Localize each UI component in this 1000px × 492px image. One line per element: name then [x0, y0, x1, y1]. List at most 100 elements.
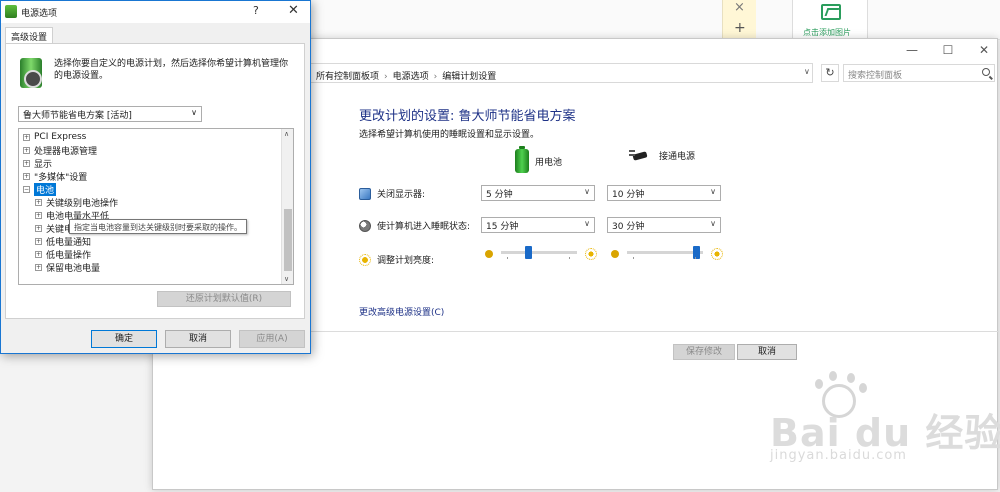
dialog-title: 电源选项 [21, 9, 58, 19]
settings-tree[interactable]: + PCI Express + 处理器电源管理 + 显示 + "多媒体"设置 − 电池 +… [18, 128, 294, 285]
brightness-high-icon [711, 248, 723, 260]
power-options-dialog: 电源选项 ? ✕ 高级设置 选择你要自定义的电源计划，然后选择你希望计算机管理你… [0, 0, 311, 354]
tree-item-critical-action[interactable]: + 关键级别电池操作 [35, 196, 118, 209]
page-subtitle: 选择希望计算机使用的睡眠设置和显示设置。 [359, 130, 540, 140]
window-controls: — ☐ ✕ [905, 43, 991, 57]
slider-track [501, 251, 577, 254]
brightness-battery-slider[interactable] [501, 246, 581, 260]
slider-tick [695, 257, 696, 259]
maximize-icon[interactable]: ☐ [941, 43, 955, 57]
expand-icon[interactable]: + [23, 159, 30, 167]
slider-tick [569, 257, 570, 259]
breadcrumb-power-options[interactable]: 电源选项 [393, 72, 429, 82]
tree-item-battery[interactable]: − 电池 [23, 182, 57, 196]
tree-label: 低电量通知 [46, 237, 92, 248]
tree-scrollbar[interactable]: ∧ ∨ [281, 129, 293, 284]
dialog-cancel-button[interactable]: 取消 [165, 330, 231, 348]
sleep-plugged-select[interactable]: 30 分钟 ∨ [607, 217, 721, 233]
advanced-settings-link[interactable]: 更改高级电源设置(C) [359, 305, 444, 318]
chevron-down-icon: ∨ [584, 219, 590, 228]
sleep-battery-select[interactable]: 15 分钟 ∨ [481, 217, 595, 233]
brightness-high-icon [585, 248, 597, 260]
tree-item-display[interactable]: + 显示 [23, 157, 52, 170]
add-image-label: 点击添加图片 [803, 28, 851, 37]
plugged-column-label: 接通电源 [659, 152, 696, 162]
sleep-label: 使计算机进入睡眠状态: [377, 222, 471, 232]
cancel-button[interactable]: 取消 [737, 344, 797, 360]
sleep-battery-value: 15 分钟 [486, 222, 519, 232]
power-options-icon [5, 5, 17, 18]
slider-tick [633, 257, 634, 259]
display-label: 关闭显示器: [377, 190, 426, 200]
display-plugged-select[interactable]: 10 分钟 ∨ [607, 185, 721, 201]
expand-icon[interactable]: + [35, 237, 42, 245]
apply-button[interactable]: 应用(A) [239, 330, 305, 348]
breadcrumb: 所有控制面板项 › 电源选项 › 编辑计划设置 [316, 69, 496, 82]
help-icon[interactable]: ? [253, 4, 259, 17]
tree-item-low-notify[interactable]: + 低电量通知 [35, 235, 92, 248]
scroll-up-icon[interactable]: ∧ [284, 130, 289, 138]
page-title: 更改计划的设置: 鲁大师节能省电方案 [359, 109, 576, 124]
slider-thumb[interactable] [525, 246, 532, 259]
ok-button[interactable]: 确定 [91, 330, 157, 348]
expand-icon[interactable]: + [23, 172, 30, 180]
image-icon [821, 4, 841, 20]
battery-plan-icon [20, 58, 42, 88]
expand-icon[interactable]: + [35, 211, 42, 219]
slider-track [627, 251, 703, 254]
close-icon[interactable]: ✕ [288, 3, 299, 18]
breadcrumb-edit-plan[interactable]: 编辑计划设置 [442, 72, 496, 82]
tree-label: 电池 [34, 182, 57, 196]
scrollbar-thumb[interactable] [284, 209, 292, 271]
add-image-card[interactable]: 点击添加图片 [792, 0, 868, 40]
brightness-label: 调整计划亮度: [377, 256, 435, 266]
minimize-icon[interactable]: — [905, 43, 919, 57]
tree-item-pci[interactable]: + PCI Express [23, 131, 86, 143]
collapse-icon[interactable]: − [23, 185, 30, 193]
power-plug-icon [629, 149, 653, 162]
tree-label: 保留电池电量 [46, 263, 101, 274]
display-battery-value: 5 分钟 [486, 190, 513, 200]
tree-item-multimedia[interactable]: + "多媒体"设置 [23, 170, 87, 183]
close-icon[interactable]: ✕ [977, 43, 991, 57]
breadcrumb-separator-icon: › [384, 72, 388, 82]
brightness-low-icon [485, 250, 493, 258]
tree-label: 低电量操作 [46, 250, 92, 261]
background-close-icon[interactable]: × [734, 0, 745, 15]
tree-item-critical-level[interactable]: + 关键电 [35, 222, 73, 235]
expand-icon[interactable]: + [35, 263, 42, 271]
expand-icon[interactable]: + [35, 224, 42, 232]
refresh-icon[interactable]: ↻ [821, 64, 839, 82]
search-placeholder: 搜索控制面板 [848, 71, 903, 81]
brightness-row: 调整计划亮度: [359, 253, 434, 266]
sleep-plugged-value: 30 分钟 [612, 222, 645, 232]
display-battery-select[interactable]: 5 分钟 ∨ [481, 185, 595, 201]
restore-defaults-button[interactable]: 还原计划默认值(R) [157, 291, 291, 307]
plan-select[interactable]: 鲁大师节能省电方案 [活动] ∨ [18, 106, 202, 122]
search-icon[interactable] [982, 68, 990, 76]
tab-advanced-settings[interactable]: 高级设置 [5, 27, 54, 44]
breadcrumb-all-items[interactable]: 所有控制面板项 [316, 72, 379, 82]
expand-icon[interactable]: + [35, 250, 42, 258]
brightness-low-icon [611, 250, 619, 258]
sleep-row: 使计算机进入睡眠状态: [359, 219, 470, 232]
expand-icon[interactable]: + [35, 198, 42, 206]
breadcrumb-separator-icon: › [433, 72, 438, 82]
tree-item-reserve[interactable]: + 保留电池电量 [35, 261, 101, 274]
search-input[interactable]: 搜索控制面板 [843, 64, 995, 82]
chevron-down-icon: ∨ [584, 187, 590, 196]
save-button[interactable]: 保存修改 [673, 344, 735, 360]
dialog-titlebar[interactable]: 电源选项 ? ✕ [1, 1, 310, 23]
expand-icon[interactable]: + [23, 133, 30, 141]
tree-item-low-action[interactable]: + 低电量操作 [35, 248, 92, 261]
expand-icon[interactable]: + [23, 146, 30, 154]
scroll-down-icon[interactable]: ∨ [284, 275, 289, 283]
tree-item-cpu[interactable]: + 处理器电源管理 [23, 144, 97, 157]
battery-icon [515, 146, 529, 173]
background-add-icon[interactable]: + [734, 20, 746, 36]
battery-column-label: 用电池 [535, 157, 563, 168]
brightness-plugged-slider[interactable] [627, 246, 707, 260]
address-dropdown-icon[interactable]: ∨ [804, 67, 810, 76]
display-plugged-value: 10 分钟 [612, 190, 645, 200]
plan-select-value: 鲁大师节能省电方案 [活动] [23, 111, 132, 121]
